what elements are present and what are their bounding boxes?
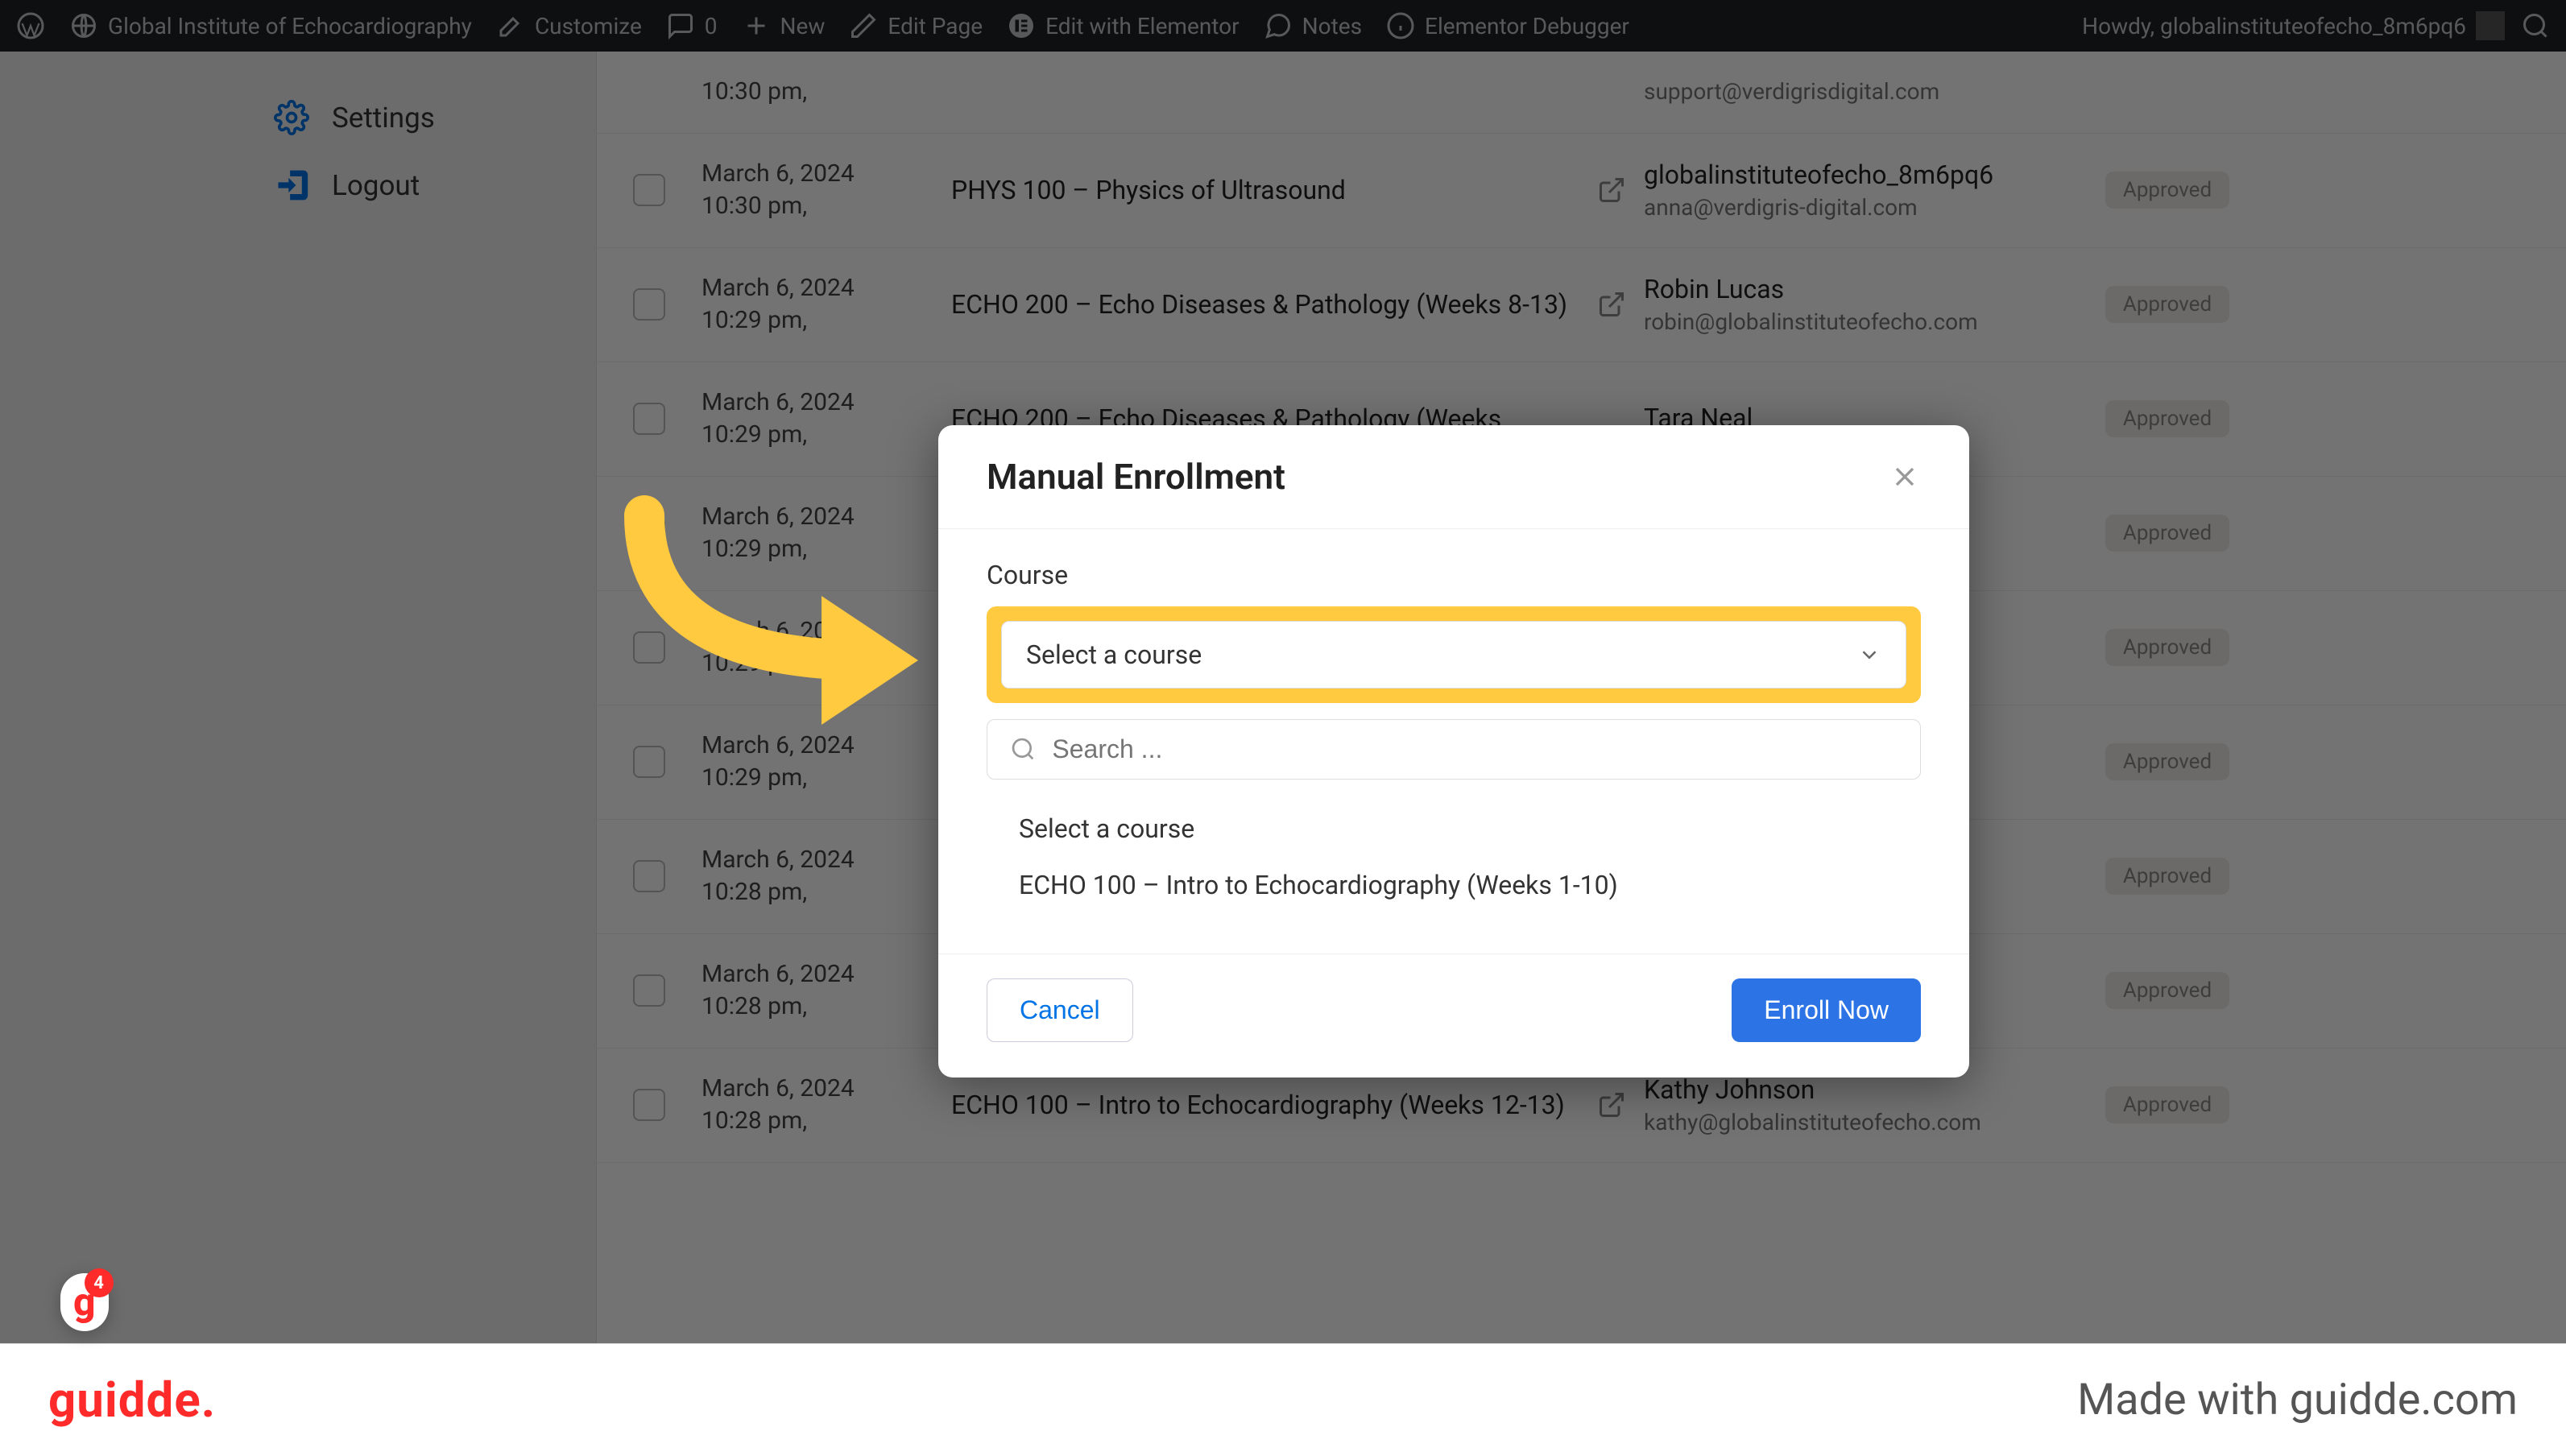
guidde-logo: guidde.	[48, 1371, 216, 1429]
cancel-button[interactable]: Cancel	[987, 978, 1133, 1042]
modal-close-button[interactable]	[1889, 461, 1921, 493]
course-search-wrap[interactable]	[987, 719, 1921, 780]
guidde-text: Made with guidde.com	[2077, 1375, 2518, 1425]
modal-title: Manual Enrollment	[987, 456, 1285, 498]
manual-enrollment-modal: Manual Enrollment Course Select a course	[938, 425, 1969, 1078]
dropdown-item[interactable]: Select a course	[987, 800, 1921, 857]
highlight-annotation: Select a course	[987, 606, 1921, 703]
watermark-bar: guidde. Made with guidde.com	[0, 1343, 2566, 1456]
guidde-badge: 4	[85, 1268, 114, 1297]
course-field-label: Course	[987, 560, 1921, 590]
guidde-pill[interactable]: g 4	[60, 1273, 109, 1331]
course-select[interactable]: Select a course	[1001, 621, 1906, 689]
course-search-input[interactable]	[1052, 734, 1898, 764]
course-dropdown-list: Select a courseECHO 100 – Intro to Echoc…	[987, 800, 1921, 929]
dropdown-item[interactable]: ECHO 100 – Intro to Echocardiography (We…	[987, 857, 1921, 913]
enroll-now-button[interactable]: Enroll Now	[1732, 978, 1921, 1042]
close-icon	[1889, 461, 1921, 493]
course-select-value: Select a course	[1026, 639, 1202, 670]
search-icon	[1010, 736, 1036, 763]
chevron-down-icon	[1857, 643, 1881, 667]
arrow-annotation	[612, 483, 934, 725]
